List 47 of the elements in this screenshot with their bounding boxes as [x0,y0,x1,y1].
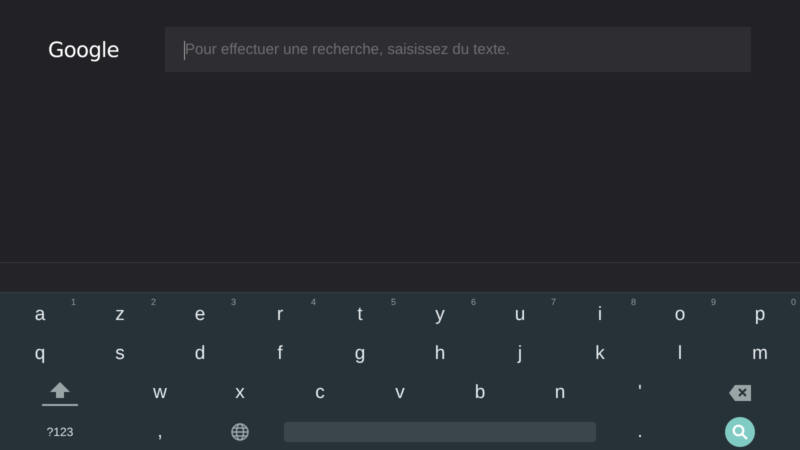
key-hint: 9 [710,296,716,306]
key[interactable]: z 2 [80,296,160,334]
search-field[interactable]: Pour effectuer une recherche, saisissez du texte. [165,27,751,72]
key-hint: 3 [230,296,236,306]
key[interactable]: , [120,412,200,450]
key[interactable]: u 7 [480,296,560,334]
symbols-key[interactable]: ?123 [0,412,120,450]
key-hint: 8 [630,296,636,306]
key[interactable]: y 6 [400,296,480,334]
key[interactable]: ' [600,374,680,412]
key[interactable]: b [440,374,520,412]
key-hint: 7 [550,296,556,306]
key-hint: 4 [310,296,316,306]
key[interactable]: j [480,334,560,372]
key[interactable]: g [320,334,400,372]
key-hint: 2 [150,296,156,306]
backspace-icon [729,384,751,400]
search-icon [732,424,748,440]
google-logo: Google [48,38,120,62]
key[interactable]: w [120,374,200,412]
key-hint: 0 [790,296,796,306]
key[interactable]: . [600,412,680,450]
key-hint: 5 [390,296,396,306]
key[interactable]: l [640,334,720,372]
key[interactable]: c [280,374,360,412]
key[interactable]: x [200,374,280,412]
key[interactable]: h [400,334,480,372]
key[interactable]: t 5 [320,296,400,334]
key[interactable]: n [520,374,600,412]
key-hint: 1 [70,296,76,306]
key[interactable]: e 3 [160,296,240,334]
key[interactable]: a 1 [0,296,80,334]
key[interactable]: k [560,334,640,372]
search-key[interactable] [725,416,755,446]
key[interactable]: s [80,334,160,372]
key[interactable]: v [360,374,440,412]
key[interactable]: m [720,334,800,372]
key[interactable]: i 8 [560,296,640,334]
key[interactable]: d [160,334,240,372]
text-cursor [184,41,185,60]
key[interactable]: q [0,334,80,372]
key[interactable]: r 4 [240,296,320,334]
key-hint: 6 [470,296,476,306]
key[interactable]: p 0 [720,296,800,334]
key[interactable]: o 9 [640,296,720,334]
key[interactable]: f [240,334,320,372]
globe-icon [231,422,249,440]
